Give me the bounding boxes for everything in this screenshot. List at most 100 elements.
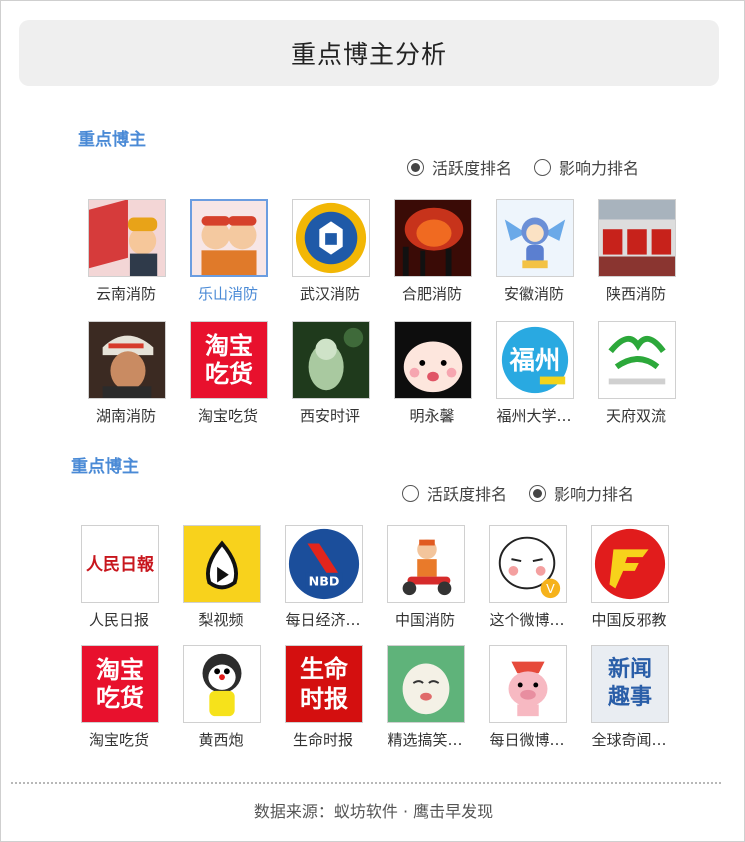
blogger-name: 合肥消防	[401, 285, 462, 303]
radio-label: 影响力排名	[559, 159, 640, 178]
blogger-item[interactable]: 淘宝 吃货 淘宝吃货	[177, 321, 279, 425]
blogger-item[interactable]: 精选搞笑…	[374, 645, 476, 749]
blogger-name: 明永馨	[409, 407, 455, 425]
section-title-influence: 重点博主	[71, 457, 139, 477]
radio-influence-rank-2[interactable]: 影响力排名	[529, 481, 634, 505]
blogger-name: 安徽消防	[503, 285, 564, 303]
blogger-name: 西安时评	[299, 407, 360, 425]
blogger-name: 云南消防	[95, 285, 156, 303]
doraemon-icon	[183, 645, 261, 723]
peoples-daily-logo-icon: 人民日報	[81, 525, 159, 603]
strange-news-logo-icon: 新闻 趣事	[591, 645, 669, 723]
radio-dot-checked-icon	[407, 158, 424, 176]
logo-text: 人民日報	[86, 555, 154, 575]
blogger-name: 每日微博…	[489, 731, 565, 749]
logo-text: 新闻	[607, 657, 652, 682]
wuhan-fire-badge-icon	[292, 199, 370, 277]
svg-text:福州: 福州	[509, 345, 561, 375]
jade-buddha-icon	[292, 321, 370, 399]
blogger-item[interactable]: 黄西炮	[170, 645, 272, 749]
blogger-name: 中国反邪教	[591, 611, 667, 629]
blogger-name: 这个微博…	[489, 611, 565, 629]
fire-trucks-photo-icon	[598, 199, 676, 277]
blogger-name: 陕西消防	[605, 285, 666, 303]
logo-text: NBD	[309, 573, 340, 588]
ranking-radio-group-2: 活跃度排名 影响力排名	[402, 481, 634, 505]
logo-text: 淘宝	[96, 656, 144, 684]
radio-dot-icon	[402, 484, 419, 502]
blogger-name: 人民日报	[88, 611, 149, 629]
logo-text: 生命	[300, 655, 348, 683]
radio-activity-rank-2[interactable]: 活跃度排名	[402, 481, 507, 505]
page-title: 重点博主分析	[19, 20, 719, 86]
blogger-name: 福州大学…	[496, 407, 572, 425]
section-title-active: 重点博主	[78, 130, 146, 150]
blogger-name: 梨视频	[198, 611, 244, 629]
blogger-item[interactable]: 新闻 趣事 全球奇闻…	[578, 645, 680, 749]
blogger-name: 淘宝吃货	[88, 731, 149, 749]
blogger-item[interactable]: 淘宝 吃货 淘宝吃货	[68, 645, 170, 749]
blogger-item[interactable]: 人民日報 人民日报	[68, 525, 170, 629]
radio-dot-checked-icon	[529, 484, 547, 502]
logo-text: 淘宝	[205, 332, 253, 360]
blogger-name: 黄西炮	[198, 731, 244, 749]
page-frame: 重点博主分析 重点博主 活跃度排名 影响力排名 云南消防 乐山消防 武汉消防 合…	[0, 0, 745, 842]
blogger-item[interactable]: 湖南消防	[75, 321, 177, 425]
blogger-name: 天府双流	[605, 407, 666, 425]
radio-label: 影响力排名	[554, 485, 635, 504]
firefighter-cartoon-icon	[88, 199, 166, 277]
cartoon-face-v-icon: V	[489, 525, 567, 603]
pear-video-logo-icon	[183, 525, 261, 603]
logo-text: 时报	[300, 685, 348, 713]
blogger-item[interactable]: V 这个微博…	[476, 525, 578, 629]
blogger-item-selected[interactable]: 乐山消防	[177, 199, 279, 303]
life-times-logo-icon: 生命 时报	[285, 645, 363, 723]
blogger-name: 湖南消防	[95, 407, 156, 425]
blogger-name: 乐山消防	[197, 285, 258, 303]
anti-cult-logo-icon	[591, 525, 669, 603]
blogger-item[interactable]: 安徽消防	[483, 199, 585, 303]
nbd-logo-icon: NBD	[285, 525, 363, 603]
blogger-name: 生命时报	[292, 731, 353, 749]
blogger-item[interactable]: 福州 福州大学…	[483, 321, 585, 425]
blogger-name: 精选搞笑…	[387, 731, 463, 749]
blogger-item[interactable]: 中国消防	[374, 525, 476, 629]
shuangliu-logo-icon	[598, 321, 676, 399]
ranking-radio-group-1: 活跃度排名 影响力排名	[407, 155, 639, 179]
blogger-item[interactable]: 合肥消防	[381, 199, 483, 303]
radio-label: 活跃度排名	[432, 159, 513, 178]
blogger-item[interactable]: 陕西消防	[585, 199, 687, 303]
radio-dot-icon	[534, 158, 552, 176]
blogger-item[interactable]: 每日微博…	[476, 645, 578, 749]
blogger-item[interactable]: 云南消防	[75, 199, 177, 303]
blogger-item[interactable]: 明永馨	[381, 321, 483, 425]
fuzhou-logo-icon: 福州	[496, 321, 574, 399]
firefighter-portrait-icon	[88, 321, 166, 399]
radio-activity-rank-1[interactable]: 活跃度排名	[407, 155, 512, 179]
fire-scene-photo-icon	[394, 199, 472, 277]
pig-cartoon-icon	[489, 645, 567, 723]
blogger-item[interactable]: 武汉消防	[279, 199, 381, 303]
logo-text: 吃货	[96, 684, 144, 712]
blogger-item[interactable]: 生命 时报 生命时报	[272, 645, 374, 749]
blogger-item[interactable]: NBD 每日经济…	[272, 525, 374, 629]
funny-cartoon-icon	[387, 645, 465, 723]
footer-divider	[11, 782, 721, 784]
firefighter-scooter-icon	[387, 525, 465, 603]
data-source-footer: 数据来源：蚁坊软件 · 鹰击早发现	[253, 802, 494, 821]
logo-text: 吃货	[205, 360, 253, 388]
logo-text: 趣事	[607, 685, 652, 710]
blogger-name: 武汉消防	[299, 285, 360, 303]
blogger-name: 中国消防	[394, 611, 455, 629]
taobao-chihuo-logo-icon: 淘宝 吃货	[190, 321, 268, 399]
firefighter-mascots-icon	[190, 199, 268, 277]
blogger-item[interactable]: 中国反邪教	[578, 525, 680, 629]
blogger-name: 淘宝吃货	[197, 407, 258, 425]
cartoon-face-icon	[394, 321, 472, 399]
blogger-item[interactable]: 梨视频	[170, 525, 272, 629]
radio-label: 活跃度排名	[427, 485, 508, 504]
svg-text:V: V	[546, 581, 555, 596]
blogger-item[interactable]: 西安时评	[279, 321, 381, 425]
blogger-item[interactable]: 天府双流	[585, 321, 687, 425]
radio-influence-rank-1[interactable]: 影响力排名	[534, 155, 639, 179]
